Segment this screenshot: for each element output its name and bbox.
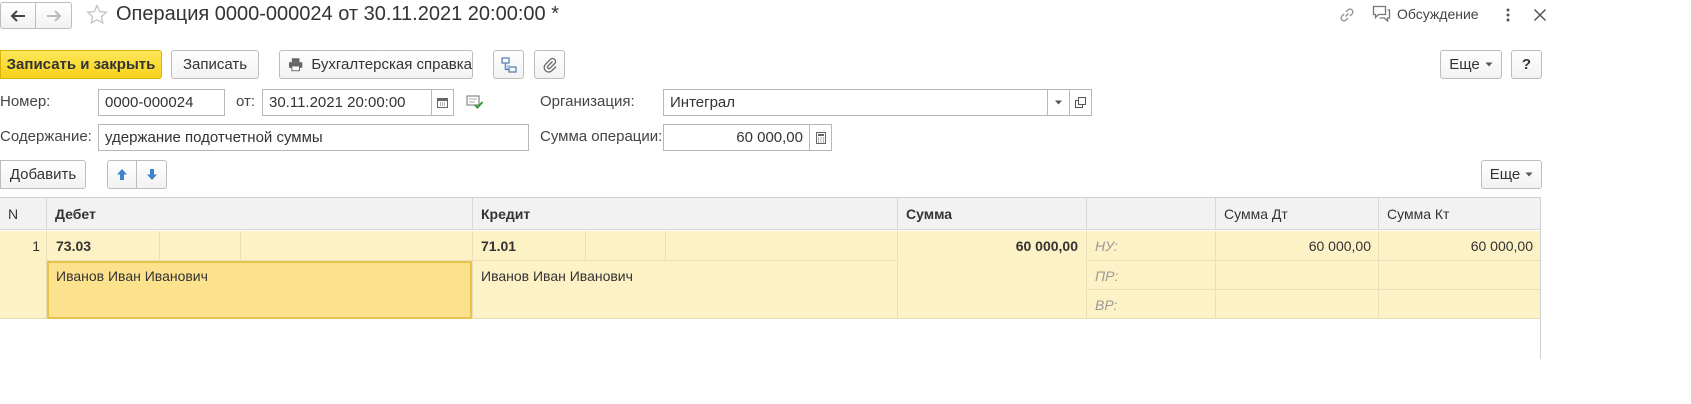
discussion-label: Обсуждение [1397,5,1479,22]
structure-button[interactable] [493,50,524,79]
column-header-debit[interactable]: Дебет [47,198,473,230]
column-header-credit[interactable]: Кредит [473,198,898,230]
tax-label-vr: ВР: [1095,297,1118,313]
help-button[interactable]: ? [1511,50,1542,79]
operation-sum-label: Сумма операции: [540,128,663,145]
date-calendar-button[interactable] [432,89,454,116]
calculator-button[interactable] [810,124,832,151]
grid-line [665,231,666,260]
grid-line [240,231,241,260]
save-button[interactable]: Записать [171,50,259,79]
hierarchy-icon [500,56,517,73]
row-sum[interactable]: 60 000,00 [898,238,1078,254]
debit-subconto[interactable]: Иванов Иван Иванович [56,268,208,284]
column-header-sum-dt[interactable]: Сумма Дт [1216,198,1379,230]
open-form-icon [1075,97,1086,108]
content-label: Содержание: [0,128,92,145]
operation-sum-field[interactable]: 60 000,00 [663,124,810,151]
back-button[interactable] [0,2,36,29]
sum-kt-nu[interactable]: 60 000,00 [1379,238,1533,254]
credit-account[interactable]: 71.01 [481,238,516,254]
more-button[interactable]: Еще [1440,50,1502,79]
number-check-icon[interactable] [466,94,484,110]
arrow-right-icon [46,9,61,22]
more-label: Еще [1449,56,1480,73]
organization-open-button[interactable] [1070,89,1092,116]
row-number: 1 [32,238,40,254]
column-header-sum-kt[interactable]: Сумма Кт [1379,198,1540,230]
table-row[interactable]: 1 73.03 Иванов Иван Иванович 71.01 Ивано… [0,231,1540,319]
column-header-sum[interactable]: Сумма [898,198,1087,230]
column-header-n[interactable]: N [0,198,47,230]
number-field[interactable]: 0000-000024 [98,89,225,116]
date-label: от: [236,93,256,110]
calendar-icon [437,98,448,108]
close-icon[interactable] [1533,8,1547,22]
forward-button[interactable] [36,2,72,29]
grid-line [1087,289,1540,290]
table-more-button[interactable]: Еще [1481,160,1542,189]
page-title: Операция 0000-000024 от 30.11.2021 20:00… [116,3,559,25]
chat-icon [1372,5,1391,22]
date-field[interactable]: 30.11.2021 20:00:00 [262,89,432,116]
link-icon[interactable] [1338,6,1356,24]
content-field[interactable]: удержание подотчетной суммы [98,124,529,151]
column-header-tax-type[interactable] [1087,198,1216,230]
grid-line [585,231,586,260]
arrow-left-icon [10,9,25,22]
more-vertical-icon[interactable] [1504,7,1512,23]
grid-line [159,231,160,260]
favorite-star-icon[interactable] [86,4,108,25]
organization-label: Организация: [540,93,635,110]
tax-label-pr: ПР: [1095,268,1119,284]
arrow-up-icon [117,169,127,180]
accounting-report-button[interactable]: Бухгалтерская справка [279,50,473,79]
sum-dt-nu[interactable]: 60 000,00 [1216,238,1371,254]
grid-line [472,231,473,319]
save-and-close-button[interactable]: Записать и закрыть [0,50,162,79]
paperclip-icon [543,57,556,73]
table-more-label: Еще [1489,166,1521,183]
add-row-button[interactable]: Добавить [0,160,86,189]
organization-dropdown-button[interactable] [1048,89,1070,116]
tax-label-nu: НУ: [1095,238,1118,254]
discussion-button[interactable]: Обсуждение [1372,5,1479,22]
arrow-down-icon [146,169,157,180]
accounting-report-label: Бухгалтерская справка [311,56,472,73]
attach-button[interactable] [534,50,565,79]
dropdown-arrow-icon [1055,100,1062,105]
entries-table[interactable]: N Дебет Кредит Сумма Сумма Дт Сумма Кт 1… [0,197,1541,359]
printer-icon [288,58,303,72]
debit-account[interactable]: 73.03 [56,238,91,254]
grid-line [1086,231,1087,319]
move-up-button[interactable] [107,160,137,189]
organization-field[interactable]: Интеграл [663,89,1048,116]
move-down-button[interactable] [137,160,167,189]
dropdown-arrow-icon [1485,62,1493,67]
dropdown-arrow-icon [1525,172,1533,177]
grid-line [1087,260,1540,261]
credit-subconto[interactable]: Иванов Иван Иванович [481,268,633,284]
number-label: Номер: [0,93,51,110]
calculator-icon [815,131,826,144]
